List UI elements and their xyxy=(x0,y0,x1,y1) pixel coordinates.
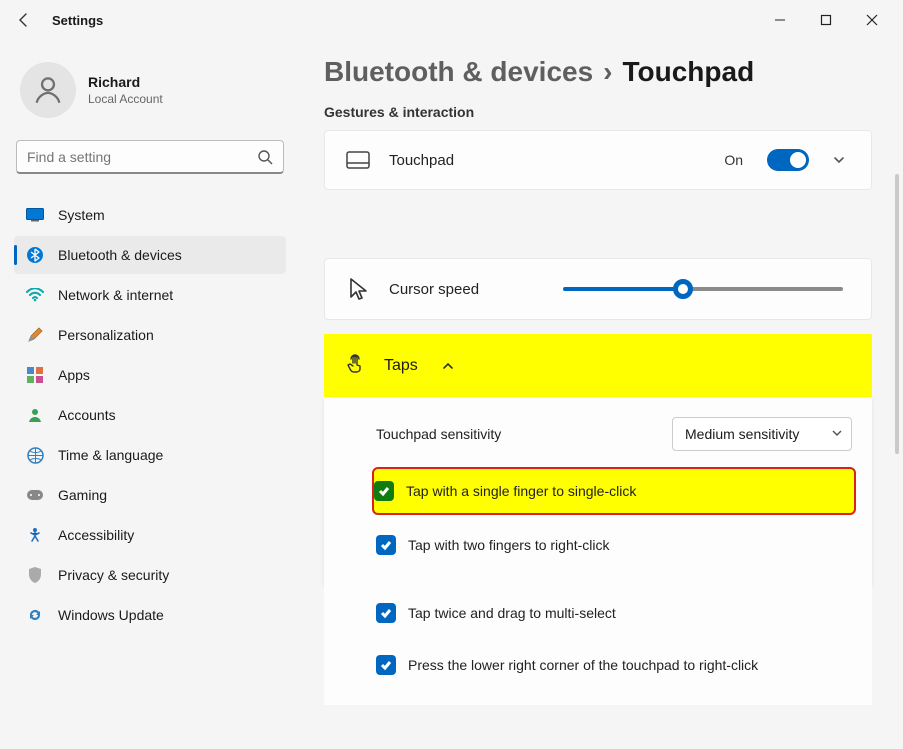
taps-label: Taps xyxy=(384,357,418,375)
cursor-icon xyxy=(345,277,371,301)
sidebar-item-label: Personalization xyxy=(58,327,154,343)
profile-block[interactable]: Richard Local Account xyxy=(14,52,286,138)
sidebar-item-time[interactable]: Time & language xyxy=(14,436,286,474)
bluetooth-icon xyxy=(26,246,44,264)
gamepad-icon xyxy=(26,486,44,504)
sidebar-item-system[interactable]: System xyxy=(14,196,286,234)
sidebar-item-label: Privacy & security xyxy=(58,567,169,583)
sidebar-item-label: Accessibility xyxy=(58,527,134,543)
sidebar-item-label: Accounts xyxy=(58,407,116,423)
avatar xyxy=(20,62,76,118)
maximize-button[interactable] xyxy=(803,4,849,36)
checkbox-checked-icon[interactable] xyxy=(376,655,396,675)
search-input[interactable] xyxy=(27,149,257,165)
sidebar-item-accounts[interactable]: Accounts xyxy=(14,396,286,434)
sidebar-item-label: System xyxy=(58,207,105,223)
wifi-icon xyxy=(26,286,44,304)
system-icon xyxy=(26,206,44,224)
tap-twice-drag-option[interactable]: Tap twice and drag to multi-select xyxy=(376,589,852,637)
chevron-up-icon[interactable] xyxy=(436,359,460,373)
touchpad-label: Touchpad xyxy=(389,152,706,169)
touchpad-sensitivity-value: Medium sensitivity xyxy=(685,426,799,442)
sidebar-item-apps[interactable]: Apps xyxy=(14,356,286,394)
search-icon xyxy=(257,149,273,165)
sidebar-item-bluetooth[interactable]: Bluetooth & devices xyxy=(14,236,286,274)
person-icon xyxy=(26,406,44,424)
sidebar-item-label: Time & language xyxy=(58,447,163,463)
tap-icon xyxy=(344,352,366,379)
sidebar-item-label: Apps xyxy=(58,367,90,383)
paintbrush-icon xyxy=(26,326,44,344)
tap-twice-drag-label: Tap twice and drag to multi-select xyxy=(408,605,616,621)
touchpad-state: On xyxy=(724,152,743,168)
sidebar-item-privacy[interactable]: Privacy & security xyxy=(14,556,286,594)
breadcrumb-separator: › xyxy=(603,56,612,88)
checkbox-checked-icon[interactable] xyxy=(376,535,396,555)
scrollbar[interactable] xyxy=(895,174,899,454)
chevron-down-icon xyxy=(831,426,843,442)
touchpad-sensitivity-row: Touchpad sensitivity Medium sensitivity xyxy=(376,407,852,461)
sidebar-item-label: Gaming xyxy=(58,487,107,503)
tap-two-fingers-label: Tap with two fingers to right-click xyxy=(408,537,610,553)
checkbox-checked-icon[interactable] xyxy=(376,603,396,623)
tap-single-finger-label: Tap with a single finger to single-click xyxy=(406,483,636,499)
sidebar-item-update[interactable]: Windows Update xyxy=(14,596,286,634)
touchpad-toggle[interactable] xyxy=(767,149,809,171)
profile-name: Richard xyxy=(88,74,163,90)
taps-expander: Taps Touchpad sensitivity Medium sensiti… xyxy=(324,334,872,705)
breadcrumb-parent[interactable]: Bluetooth & devices xyxy=(324,56,593,88)
touchpad-icon xyxy=(345,151,371,169)
sidebar-item-label: Windows Update xyxy=(58,607,164,623)
globe-clock-icon xyxy=(26,446,44,464)
cursor-speed-row[interactable]: Cursor speed xyxy=(324,258,872,320)
search-box[interactable] xyxy=(16,140,284,174)
back-button[interactable] xyxy=(8,4,40,36)
minimize-button[interactable] xyxy=(757,4,803,36)
sidebar-item-label: Network & internet xyxy=(58,287,173,303)
sidebar-item-label: Bluetooth & devices xyxy=(58,247,182,263)
touchpad-sensitivity-select[interactable]: Medium sensitivity xyxy=(672,417,852,451)
apps-icon xyxy=(26,366,44,384)
checkbox-checked-icon[interactable] xyxy=(374,481,394,501)
accessibility-icon xyxy=(26,526,44,544)
touchpad-sensitivity-label: Touchpad sensitivity xyxy=(376,426,501,442)
taps-header[interactable]: Taps xyxy=(324,334,872,397)
sidebar-item-personalization[interactable]: Personalization xyxy=(14,316,286,354)
cursor-speed-label: Cursor speed xyxy=(389,281,545,298)
sidebar-item-gaming[interactable]: Gaming xyxy=(14,476,286,514)
close-button[interactable] xyxy=(849,4,895,36)
breadcrumb-current: Touchpad xyxy=(623,56,755,88)
tap-single-finger-option[interactable]: Tap with a single finger to single-click xyxy=(372,467,856,515)
chevron-down-icon[interactable] xyxy=(827,153,851,167)
window-title: Settings xyxy=(52,13,103,28)
press-corner-label: Press the lower right corner of the touc… xyxy=(408,657,758,673)
breadcrumb: Bluetooth & devices › Touchpad xyxy=(324,56,881,88)
touchpad-row[interactable]: Touchpad On xyxy=(324,130,872,190)
shield-icon xyxy=(26,566,44,584)
sidebar-item-accessibility[interactable]: Accessibility xyxy=(14,516,286,554)
profile-type: Local Account xyxy=(88,92,163,106)
tap-two-fingers-option[interactable]: Tap with two fingers to right-click xyxy=(376,521,852,569)
press-corner-option[interactable]: Press the lower right corner of the touc… xyxy=(376,641,852,689)
update-icon xyxy=(26,606,44,624)
section-gestures-label: Gestures & interaction xyxy=(324,104,881,120)
sidebar-item-network[interactable]: Network & internet xyxy=(14,276,286,314)
cursor-speed-slider[interactable] xyxy=(563,287,843,291)
